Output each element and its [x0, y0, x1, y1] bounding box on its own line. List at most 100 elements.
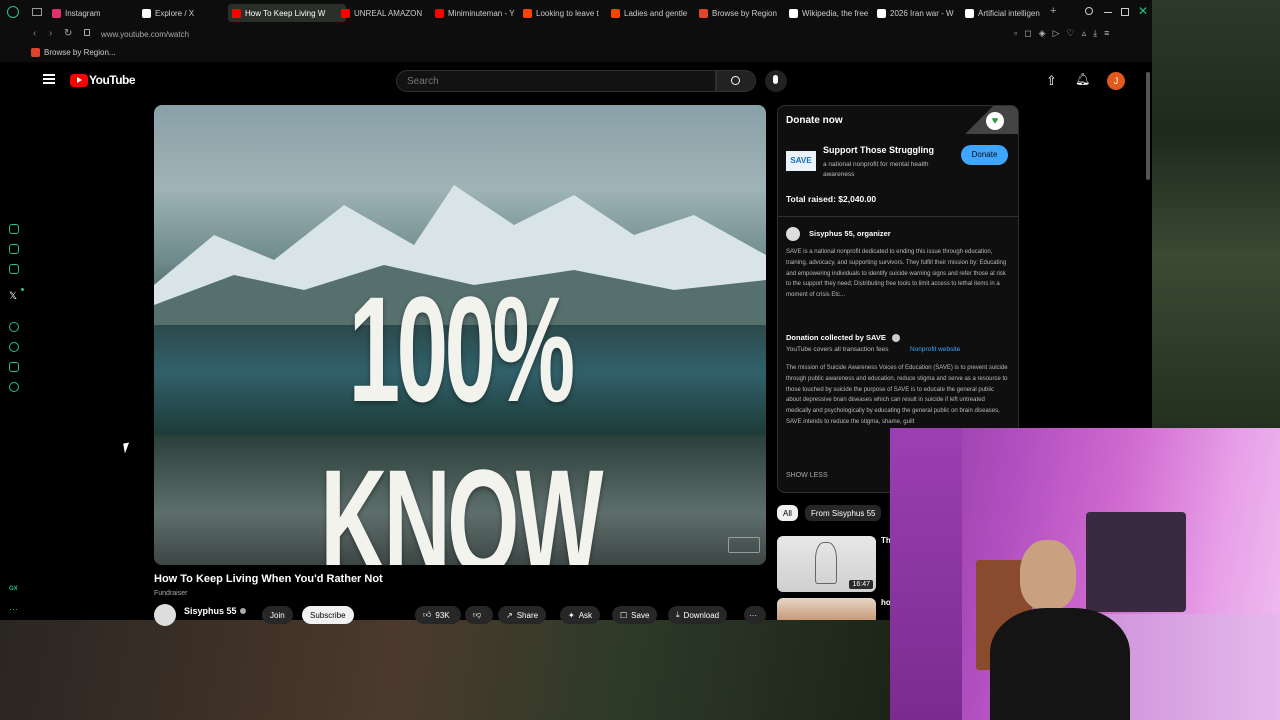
maximize-icon[interactable]: [1121, 8, 1129, 16]
tab-favicon-icon: [789, 8, 798, 18]
browser-tab[interactable]: Instagram: [52, 4, 132, 22]
browser-tab[interactable]: UNREAL AMAZON: [341, 4, 427, 22]
download-icon: ⤓: [676, 610, 680, 619]
browser-tab[interactable]: Browse by Region: [699, 4, 779, 22]
share-button[interactable]: ↗ Share: [498, 606, 547, 624]
browser-tab[interactable]: 2026 Iran war - W: [877, 4, 957, 22]
account-avatar[interactable]: J: [1107, 72, 1125, 90]
browser-tab[interactable]: Looking to leave t: [523, 4, 603, 22]
recommended-thumbnail[interactable]: 16:47: [777, 536, 876, 592]
campaign-subtitle: a national nonprofit for mental health a…: [823, 161, 929, 178]
sidebar-history-icon[interactable]: [9, 342, 19, 352]
verified-icon: [892, 334, 900, 342]
recommended-thumbnail[interactable]: [777, 598, 876, 620]
browser-tab[interactable]: Artificial intelligen: [965, 4, 1045, 22]
bookmark-favicon-icon: [31, 48, 40, 57]
mouse-cursor-icon: [123, 442, 131, 454]
browser-tab[interactable]: Wikipedia, the free: [789, 4, 869, 22]
thumbnail-figure: [815, 542, 837, 584]
donate-now-heading: Donate now: [786, 115, 843, 126]
webcam-door: [890, 428, 962, 720]
browser-sidebar: 𝕏 GX ···: [0, 62, 28, 620]
tab-favicon-icon: [142, 8, 151, 18]
verified-check-icon: [240, 608, 246, 614]
organizer-avatar: [786, 227, 800, 241]
like-count: 93K: [435, 610, 450, 620]
sidebar-gx-icon[interactable]: GX: [9, 586, 18, 592]
nonprofit-website-link[interactable]: Nonprofit website: [910, 346, 960, 353]
tab-favicon-icon: [611, 8, 620, 18]
search-input[interactable]: Search: [396, 70, 716, 92]
channel-avatar[interactable]: [154, 604, 176, 626]
hamburger-menu-icon[interactable]: [43, 74, 55, 84]
save-button[interactable]: ☐ Save: [612, 606, 658, 624]
browser-tab[interactable]: Explore / X: [142, 4, 222, 22]
share-icon: ↗: [506, 610, 513, 620]
notifications-bell-icon[interactable]: 🔔︎: [1075, 72, 1090, 86]
channel-name[interactable]: Sisyphus 55: [184, 606, 237, 616]
sidebar-extensions-icon[interactable]: [9, 362, 19, 372]
search-tabs-icon[interactable]: [1085, 7, 1093, 15]
minimize-icon[interactable]: [1104, 12, 1112, 13]
address-bar-tools-icon[interactable]: ▫◻◈▷♡▵⤓≡: [1014, 28, 1116, 39]
fundraiser-tag[interactable]: Fundraiser: [154, 590, 187, 597]
voice-search-button[interactable]: [765, 70, 787, 92]
show-less-button[interactable]: SHOW LESS: [786, 472, 828, 479]
opera-logo-icon[interactable]: [7, 6, 19, 18]
reload-icon[interactable]: ↻: [64, 28, 72, 39]
sidebar-more-icon[interactable]: ···: [9, 604, 18, 614]
youtube-logo-icon[interactable]: [70, 74, 88, 87]
chip-all[interactable]: All: [777, 505, 798, 521]
tab-label: Artificial intelligen: [978, 8, 1040, 18]
sidebar-messenger-icon[interactable]: [9, 264, 19, 274]
sidebar-x-icon[interactable]: 𝕏: [9, 291, 17, 302]
youtube-logo-text[interactable]: YouTube: [89, 73, 136, 87]
sidebar-settings-icon[interactable]: [9, 382, 19, 392]
tab-favicon-icon: [52, 8, 61, 18]
like-button[interactable]: 👍︎ 93K: [415, 606, 461, 624]
more-icon: ···: [749, 610, 757, 620]
campaign-title: Support Those Struggling: [823, 145, 934, 155]
more-actions-button[interactable]: ···: [744, 606, 766, 624]
back-icon[interactable]: ‹: [33, 28, 36, 39]
join-button[interactable]: Join: [262, 606, 293, 624]
browser-tab[interactable]: Ladies and gentle: [611, 4, 691, 22]
save-logo: SAVE: [786, 151, 816, 171]
ask-label: Ask: [578, 610, 593, 620]
ask-button[interactable]: ✦ Ask: [560, 606, 601, 624]
forward-icon[interactable]: ›: [49, 28, 52, 39]
desktop-background-forest: [1150, 0, 1280, 430]
video-player[interactable]: 100% KNOW: [154, 105, 766, 565]
browser-tab[interactable]: Miniminuteman - Y: [435, 4, 515, 22]
upload-icon[interactable]: ⇧: [1046, 73, 1057, 89]
search-button[interactable]: [716, 70, 756, 92]
save-playlist-icon: ☐: [620, 610, 628, 620]
desktop-background-ground: [0, 620, 890, 720]
sidebar-chat-icon[interactable]: [9, 244, 19, 254]
fees-note: YouTube covers all transaction fees: [786, 346, 889, 353]
chip-from-channel[interactable]: From Sisyphus 55: [805, 505, 882, 521]
organizer-description: SAVE is a national nonprofit dedicated t…: [786, 249, 1007, 299]
tab-menu-icon[interactable]: [32, 8, 42, 16]
notification-dot-icon: [21, 288, 24, 291]
tab-label: UNREAL AMAZON: [354, 8, 423, 18]
dislike-button[interactable]: 👎︎: [465, 606, 493, 624]
close-window-icon[interactable]: ✕: [1138, 4, 1148, 18]
donate-button[interactable]: Donate: [961, 145, 1008, 165]
microphone-icon: [773, 75, 778, 84]
page-scrollbar[interactable]: [1146, 72, 1150, 180]
download-button[interactable]: ⤓ Download: [668, 606, 728, 624]
subscribe-button[interactable]: Subscribe: [302, 606, 354, 624]
tab-label: Ladies and gentle: [624, 8, 688, 18]
search-icon: [731, 76, 740, 85]
tab-label: Explore / X: [155, 8, 195, 18]
organizer-name: Sisyphus 55, organizer: [809, 229, 891, 238]
url-field[interactable]: www.youtube.com/watch: [101, 30, 189, 39]
browser-tab[interactable]: How To Keep Living W: [228, 4, 346, 22]
lock-icon: [84, 29, 90, 36]
sidebar-aria-icon[interactable]: [9, 224, 19, 234]
new-tab-icon[interactable]: +: [1050, 5, 1056, 17]
sidebar-player-icon[interactable]: [9, 322, 19, 332]
tab-label: Wikipedia, the free: [802, 8, 869, 18]
bookmark-browse-by-region[interactable]: Browse by Region...: [44, 48, 116, 57]
